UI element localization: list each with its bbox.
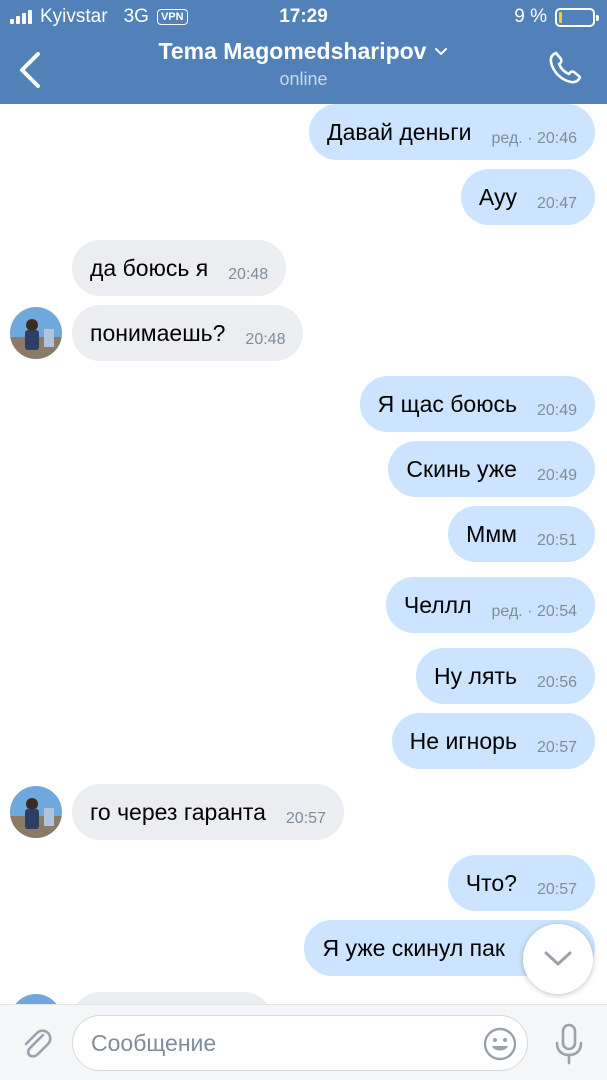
outgoing-message[interactable]: Ауу 20:47	[460, 169, 595, 225]
voice-message-button[interactable]	[548, 1021, 590, 1067]
outgoing-message[interactable]: Не игнорь 20:57	[391, 713, 595, 769]
contact-name: Tema Magomedsharipov	[158, 38, 427, 64]
outgoing-message[interactable]: Что? 20:57	[447, 855, 595, 911]
edited-label: ред. ·	[491, 130, 533, 147]
contact-photo	[10, 307, 62, 359]
incoming-message[interactable]: понимаешь? 20:48	[72, 305, 304, 361]
paperclip-icon	[24, 1029, 52, 1058]
message-time: 20:51	[536, 532, 577, 549]
avatar[interactable]	[10, 994, 62, 1004]
message-time: 20:49	[536, 402, 577, 419]
outgoing-message[interactable]: Давай деньги ред. · 20:46	[309, 104, 595, 160]
message-time: 20:46	[536, 130, 577, 147]
message-time: 20:54	[536, 603, 577, 620]
incoming-message[interactable]	[72, 992, 272, 1004]
message-time: 20:57	[536, 881, 577, 898]
presence-status: online	[279, 69, 328, 89]
emoji-button[interactable]	[481, 1025, 519, 1063]
incoming-message[interactable]: да боюсь я 20:48	[72, 240, 287, 296]
smiley-icon	[483, 1027, 517, 1061]
chevron-down-icon	[544, 951, 572, 966]
outgoing-message[interactable]: Скинь уже 20:49	[388, 441, 595, 497]
message-list[interactable]: Давай деньги ред. · 20:46 Ауу 20:47 да б…	[0, 104, 607, 1004]
phone-icon	[549, 51, 582, 84]
message-time: 20:48	[245, 331, 286, 348]
avatar[interactable]	[10, 307, 62, 359]
attach-button[interactable]	[16, 1023, 56, 1063]
chevron-down-icon	[435, 47, 448, 55]
composer	[0, 1004, 607, 1080]
chat-header: Kyivstar 3G VPN 17:29 9 % Tema Magomedsh…	[0, 0, 607, 104]
message-time: 20:56	[536, 674, 577, 691]
scroll-to-bottom-button[interactable]	[523, 924, 593, 994]
battery-percent: 9 %	[514, 6, 547, 27]
message-time: 20:49	[536, 467, 577, 484]
outgoing-message[interactable]: Челлл ред. · 20:54	[385, 577, 595, 633]
message-time: 20:57	[285, 810, 326, 827]
avatar[interactable]	[10, 786, 62, 838]
microphone-icon	[555, 1023, 583, 1065]
incoming-message[interactable]: го через гаранта 20:57	[72, 784, 344, 840]
call-button[interactable]	[545, 48, 585, 88]
contact-photo	[10, 994, 62, 1004]
outgoing-message[interactable]: Ммм 20:51	[448, 506, 595, 562]
message-input[interactable]	[91, 1016, 471, 1070]
battery-icon	[555, 7, 599, 27]
chat-title[interactable]: Tema Magomedsharipov	[159, 38, 449, 65]
message-time: 20:57	[536, 739, 577, 756]
message-time: 20:48	[228, 266, 269, 283]
message-input-box[interactable]	[72, 1015, 528, 1071]
contact-photo	[10, 786, 62, 838]
message-time: 20:47	[536, 195, 577, 212]
outgoing-message[interactable]: Я щас боюсь 20:49	[359, 376, 595, 432]
status-bar: Kyivstar 3G VPN 17:29 9 %	[0, 0, 607, 34]
outgoing-message[interactable]: Ну лять 20:56	[416, 648, 595, 704]
edited-label: ред. ·	[491, 603, 533, 620]
